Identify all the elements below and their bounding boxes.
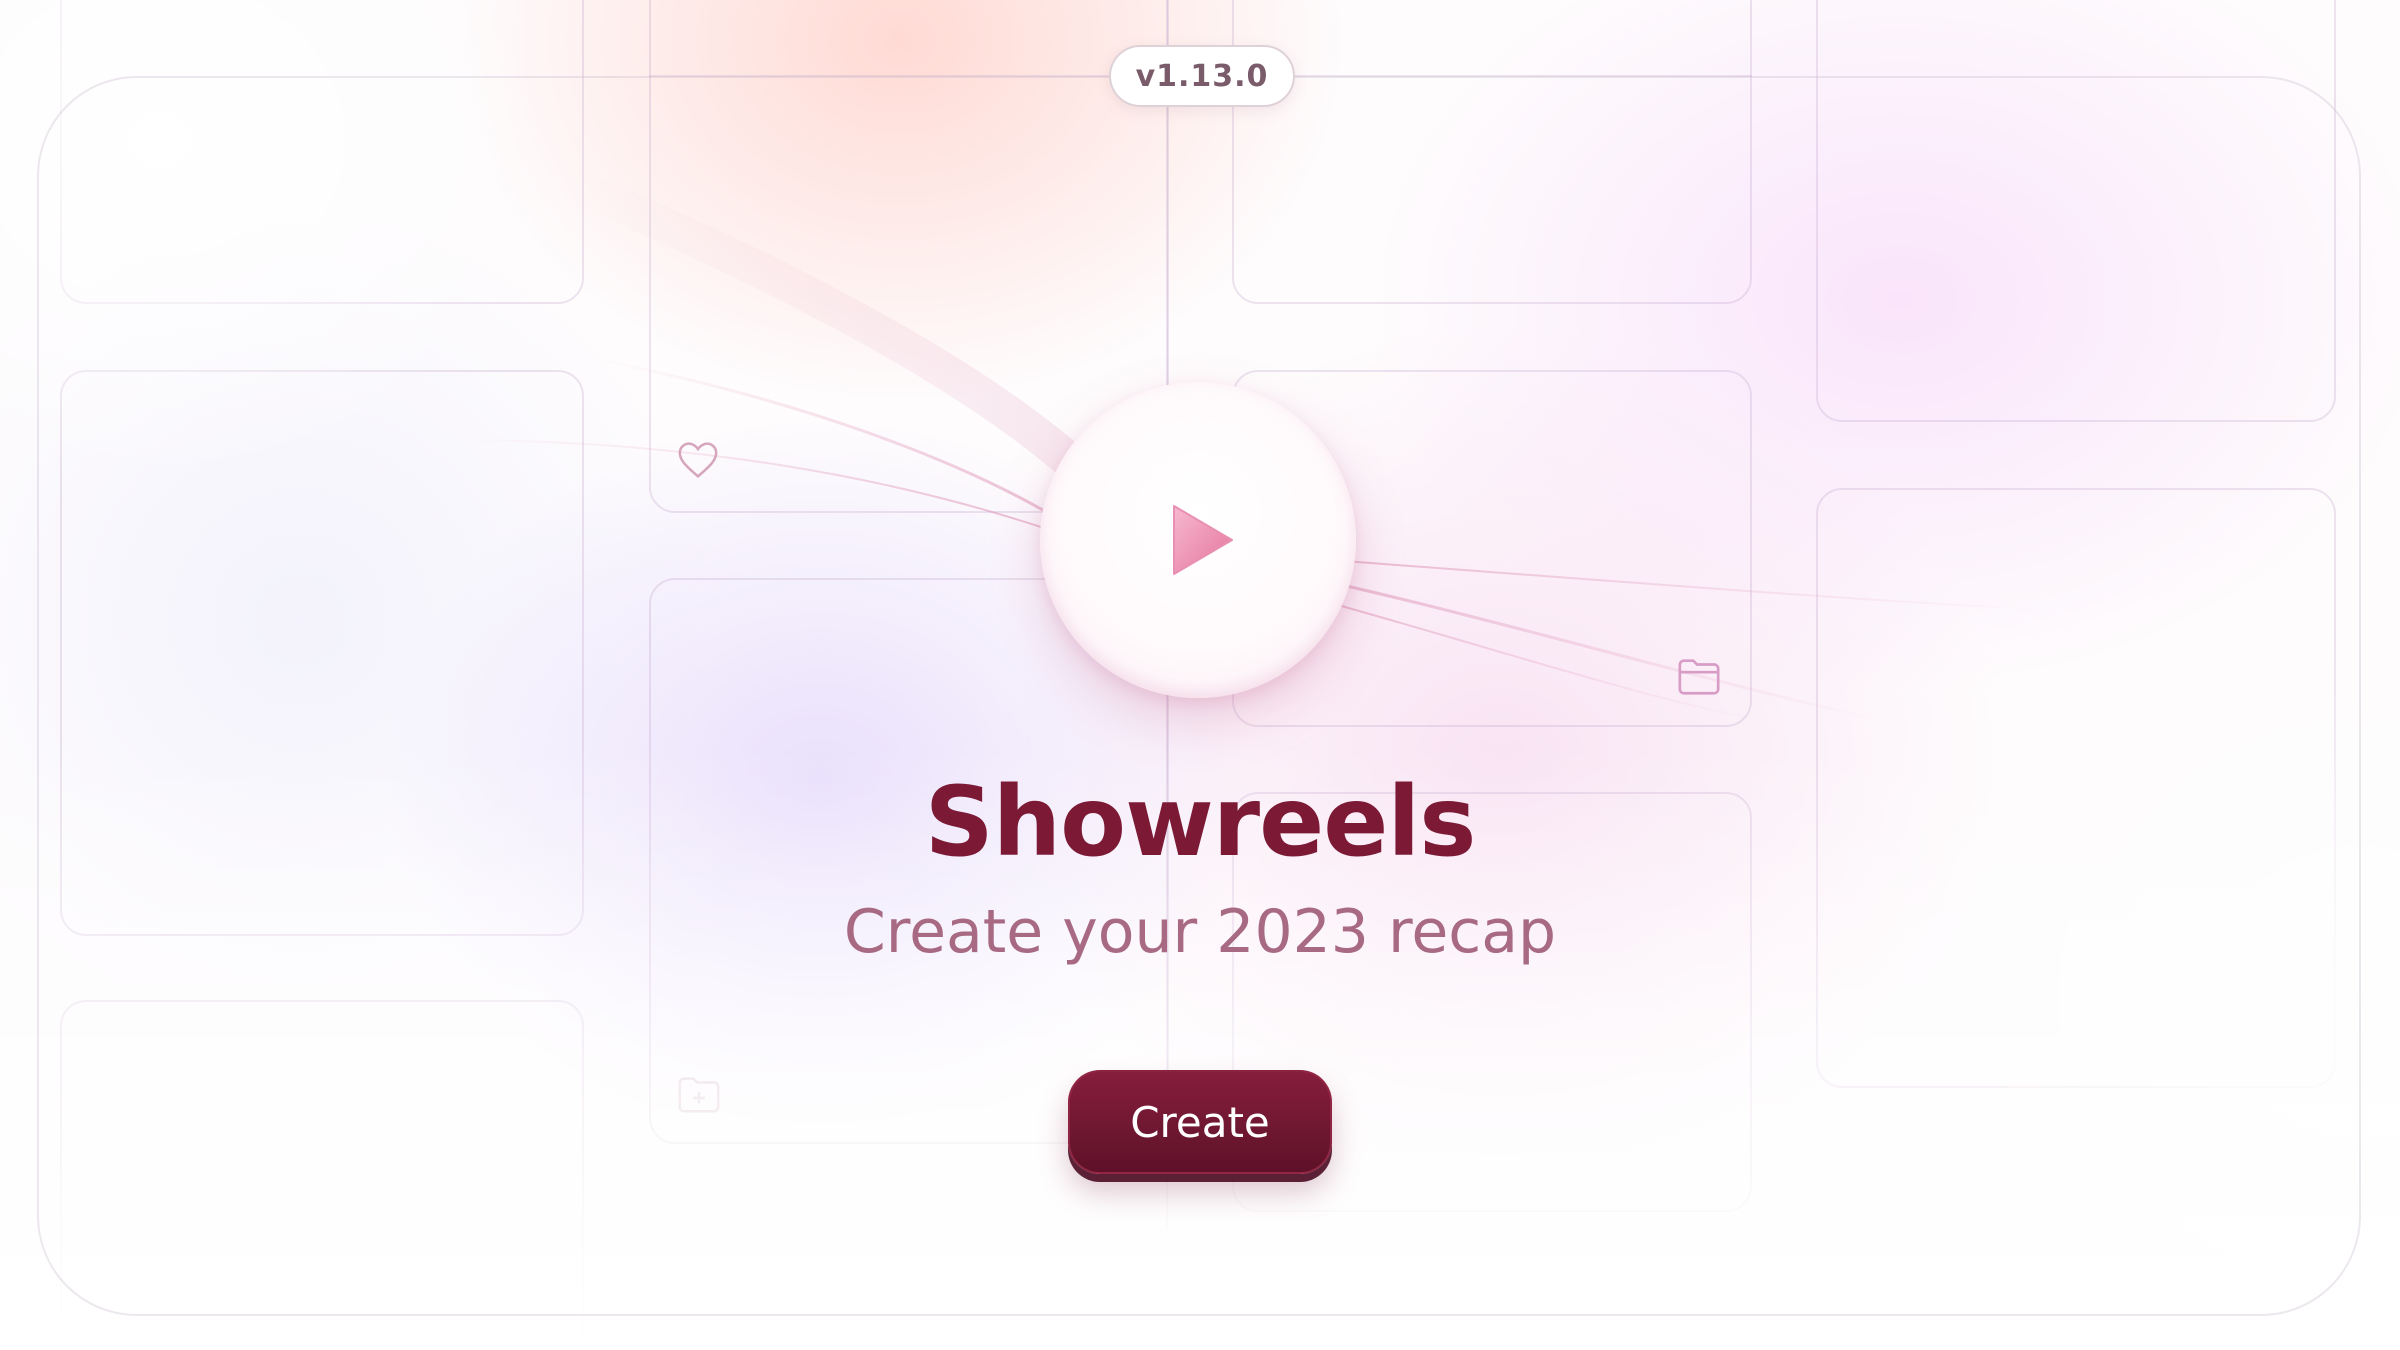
version-badge: v1.13.0: [1109, 45, 1295, 107]
create-button[interactable]: Create: [1068, 1070, 1332, 1174]
showreels-screen: v1.13.0 Showreels Create your 2023 recap…: [0, 0, 2400, 1350]
page-subtitle: Create your 2023 recap: [843, 897, 1557, 967]
play-icon: [1173, 505, 1233, 575]
page-title: Showreels: [924, 766, 1477, 878]
